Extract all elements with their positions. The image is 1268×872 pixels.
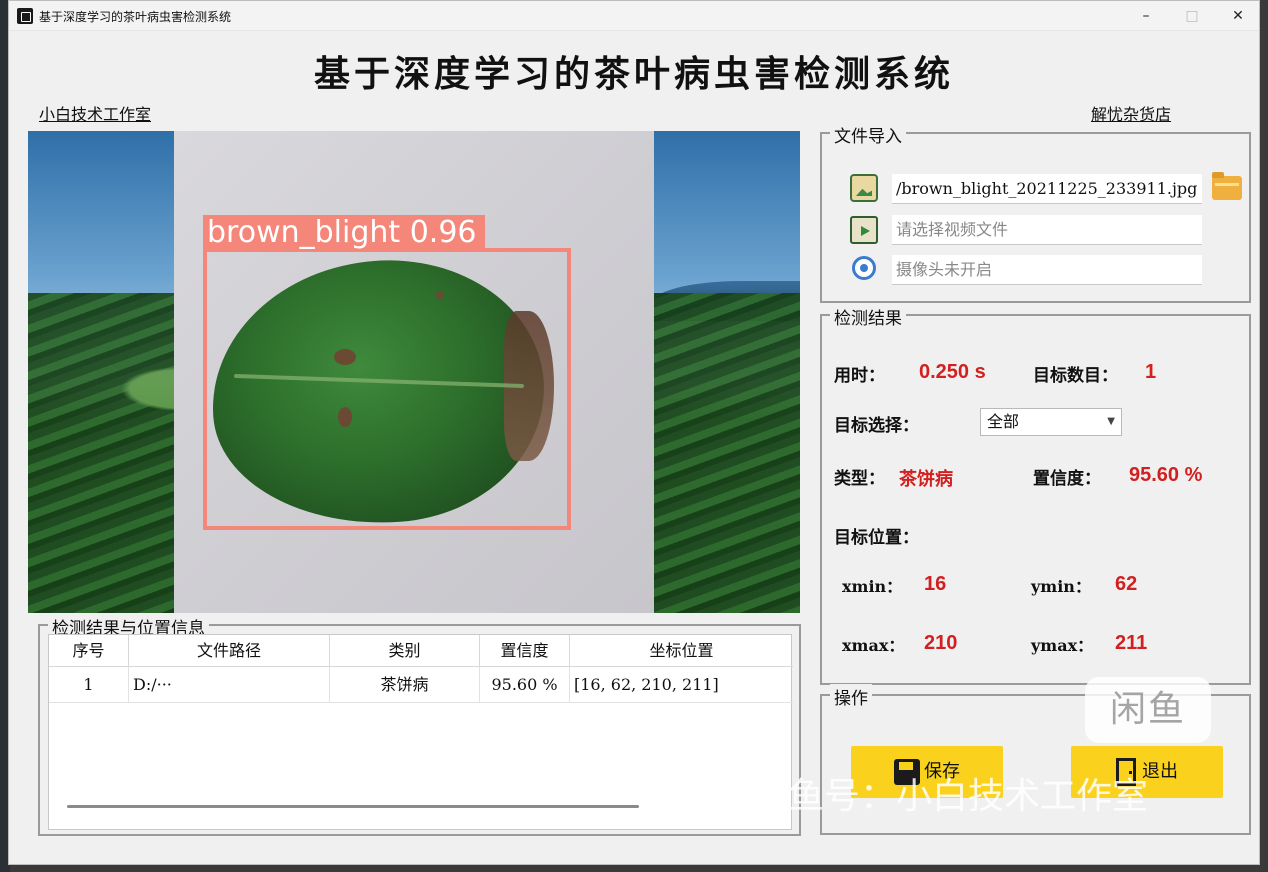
folder-icon[interactable] [1212,172,1242,200]
table-cell-class[interactable]: 茶饼病 [330,667,480,703]
target-select-value: 全部 [987,412,1020,431]
detection-result-title: 检测结果 [830,304,906,329]
app-window: 基于深度学习的茶叶病虫害检测系统 – □ ✕ 基于深度学习的茶叶病虫害检测系统 … [8,0,1260,865]
column-header[interactable]: 坐标位置 [570,635,793,667]
ymax-label: ymax： [1031,636,1094,655]
xmin-label: xmin： [842,577,903,596]
minimize-button[interactable]: – [1123,1,1169,31]
chevron-down-icon: ▼ [1107,416,1115,427]
target-select-label: 目标选择： [834,416,919,436]
detection-image-display: brown_blight 0.96 [28,131,800,613]
store-link[interactable]: 解忧杂货店 [1091,101,1171,125]
confidence-value: 95.60 % [1129,464,1203,486]
horizontal-scrollbar[interactable] [67,805,639,808]
table-cell-coordinates[interactable]: [16, 62, 210, 211] [570,667,793,703]
image-path-field[interactable]: /brown_blight_20211225_233911.jpg [892,174,1202,204]
operations-title: 操作 [830,684,872,709]
leaf-photo: brown_blight 0.96 [174,131,654,613]
ymin-label: ymin： [1031,577,1091,596]
table-cell-index[interactable]: 1 [49,667,129,703]
file-import-title: 文件导入 [830,122,906,147]
column-header[interactable]: 序号 [49,635,129,667]
detection-bounding-box [203,248,571,530]
maximize-button[interactable]: □ [1169,1,1215,31]
table-cell-path[interactable]: D:/··· [129,667,330,703]
camera-status-field[interactable]: 摄像头未开启 [892,255,1202,285]
image-icon[interactable] [850,174,878,202]
target-select[interactable]: 全部 ▼ [980,408,1122,436]
video-path-field[interactable]: 请选择视频文件 [892,215,1202,245]
xmax-value: 210 [924,632,958,654]
time-label: 用时： [834,366,885,386]
confidence-label: 置信度： [1033,469,1101,489]
app-icon [17,8,33,24]
title-bar: 基于深度学习的茶叶病虫害检测系统 – □ ✕ [9,1,1259,31]
page-title: 基于深度学习的茶叶病虫害检测系统 [313,53,954,95]
xianyu-watermark-logo: 闲鱼 [1085,677,1211,743]
image-path-value: /brown_blight_20211225_233911.jpg [896,179,1198,198]
xmax-label: xmax： [842,636,905,655]
detection-result-group: 检测结果 用时： 0.250 s 目标数目： 1 目标选择： 全部 ▼ 类型： … [820,304,1251,685]
type-label: 类型： [834,469,885,489]
ymax-value: 211 [1115,632,1148,654]
close-button[interactable]: ✕ [1215,1,1261,31]
time-value: 0.250 s [919,361,986,383]
count-label: 目标数目： [1033,366,1118,386]
table-cell-confidence[interactable]: 95.60 % [480,667,570,703]
xianyu-watermark-text: 闲鱼号：小白技术工作室 [752,776,1149,817]
file-import-group: 文件导入 /brown_blight_20211225_233911.jpg 请… [820,122,1251,303]
xmin-value: 16 [924,573,947,595]
detection-label: brown_blight 0.96 [203,215,485,251]
count-value: 1 [1145,361,1157,383]
camera-icon[interactable] [852,256,876,280]
column-header[interactable]: 文件路径 [129,635,330,667]
type-value: 茶饼病 [899,469,953,490]
video-icon[interactable] [850,216,878,244]
column-header[interactable]: 类别 [330,635,480,667]
results-table-group: 检测结果与位置信息 序号 文件路径 类别 置信度 坐标位置 1 D:/··· 茶… [38,614,801,836]
column-header[interactable]: 置信度 [480,635,570,667]
position-label: 目标位置： [834,528,919,548]
results-table[interactable]: 序号 文件路径 类别 置信度 坐标位置 1 D:/··· 茶饼病 95.60 %… [48,634,793,830]
ymin-value: 62 [1115,573,1138,595]
window-title: 基于深度学习的茶叶病虫害检测系统 [39,10,232,24]
studio-link[interactable]: 小白技术工作室 [39,101,151,125]
